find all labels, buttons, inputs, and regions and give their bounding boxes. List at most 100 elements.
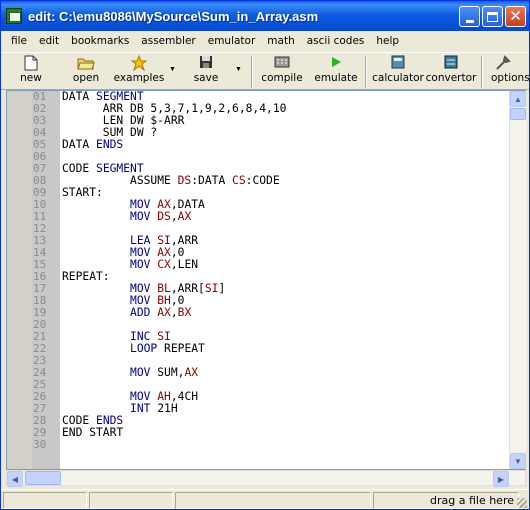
code-token: :DATA bbox=[191, 174, 233, 187]
toolbar-separator bbox=[365, 56, 367, 88]
compile-button[interactable]: compile bbox=[259, 55, 305, 89]
new-button[interactable]: new bbox=[7, 55, 55, 89]
title-bar[interactable]: edit: C:\emu8086\MySource\Sum_in_Array.a… bbox=[1, 1, 529, 31]
scroll-left-button[interactable]: ◀ bbox=[7, 471, 23, 487]
code-token: DATA bbox=[62, 138, 97, 151]
code-token: MOV bbox=[130, 210, 151, 223]
code-line[interactable]: DATA ENDS bbox=[62, 139, 123, 151]
resize-grip-icon[interactable] bbox=[517, 498, 527, 508]
calculator-label: calculator bbox=[372, 72, 424, 84]
menu-math[interactable]: math bbox=[261, 35, 300, 47]
save-button[interactable]: save bbox=[185, 55, 227, 89]
code-token: MOV bbox=[130, 258, 151, 271]
maximize-button[interactable] bbox=[482, 6, 503, 27]
code-token: INT bbox=[130, 402, 151, 415]
minimize-icon bbox=[465, 19, 474, 23]
horizontal-scroll-thumb[interactable] bbox=[25, 471, 61, 485]
calculator-icon bbox=[372, 55, 424, 71]
code-token: AX bbox=[184, 366, 199, 379]
scroll-right-button[interactable]: ▶ bbox=[493, 471, 509, 487]
code-token: MOV bbox=[130, 366, 151, 379]
code-token: AX bbox=[157, 306, 171, 319]
tools-icon bbox=[495, 55, 529, 71]
code-token: BX bbox=[177, 306, 192, 319]
folder-open-icon bbox=[63, 55, 109, 71]
status-panel bbox=[89, 492, 173, 509]
convertor-button[interactable]: convertor bbox=[425, 55, 477, 89]
code-token: ENDS bbox=[96, 138, 124, 151]
new-label: new bbox=[20, 72, 42, 84]
code-line[interactable]: LOOP REPEAT bbox=[62, 343, 205, 355]
code-token: , bbox=[170, 306, 178, 319]
star-icon bbox=[113, 54, 165, 72]
menu-bar: file edit bookmarks assembler emulator m… bbox=[1, 31, 529, 50]
code-line[interactable]: ADD AX,BX bbox=[62, 307, 191, 319]
options-label: options bbox=[491, 72, 530, 84]
code-token: LOOP bbox=[130, 342, 158, 355]
bookmark-gutter[interactable] bbox=[7, 91, 32, 469]
code-line[interactable]: END START bbox=[62, 427, 123, 439]
floppy-icon bbox=[185, 55, 227, 71]
menu-bookmarks[interactable]: bookmarks bbox=[65, 35, 135, 47]
menu-file[interactable]: file bbox=[5, 35, 33, 47]
code-line[interactable]: MOV DS,AX bbox=[62, 211, 191, 223]
code-token: SUM, bbox=[150, 366, 185, 379]
menu-help[interactable]: help bbox=[370, 35, 405, 47]
open-label: open bbox=[72, 72, 100, 84]
scroll-down-button[interactable]: ▼ bbox=[510, 453, 526, 469]
open-button[interactable]: open bbox=[63, 55, 109, 89]
compile-icon bbox=[259, 55, 305, 71]
scroll-up-button[interactable]: ▲ bbox=[510, 91, 526, 107]
horizontal-scrollbar[interactable]: ◀ ▶ bbox=[6, 470, 526, 487]
code-token: REPEAT bbox=[157, 342, 205, 355]
code-line[interactable]: MOV SUM,AX bbox=[62, 367, 198, 379]
emulate-label: emulate bbox=[314, 72, 358, 84]
editor-window: edit: C:\emu8086\MySource\Sum_in_Array.a… bbox=[0, 0, 530, 510]
emulate-button[interactable]: emulate bbox=[311, 55, 361, 89]
code-token: ,LEN bbox=[170, 258, 199, 271]
examples-label: examples bbox=[113, 72, 165, 84]
window-title: edit: C:\emu8086\MySource\Sum_in_Array.a… bbox=[28, 8, 319, 24]
code-token: DS bbox=[177, 174, 192, 187]
status-panel bbox=[3, 492, 87, 509]
code-editor[interactable]: DATA SEGMENT ARR DB 5,3,7,1,9,2,6,8,4,10… bbox=[6, 90, 526, 470]
menu-edit[interactable]: edit bbox=[33, 35, 65, 47]
convertor-icon bbox=[425, 55, 477, 71]
code-token: ] bbox=[218, 282, 226, 295]
close-button[interactable]: ✕ bbox=[505, 6, 526, 27]
toolbar-separator bbox=[251, 56, 253, 88]
compile-label: compile bbox=[261, 72, 303, 84]
save-dropdown-icon[interactable]: ▼ bbox=[235, 66, 242, 73]
code-token: :CODE bbox=[245, 174, 280, 187]
menu-ascii-codes[interactable]: ascii codes bbox=[301, 35, 371, 47]
code-token: CS bbox=[232, 174, 246, 187]
app-icon[interactable] bbox=[6, 8, 22, 24]
vertical-scrollbar[interactable]: ▲ ▼ bbox=[509, 91, 526, 469]
options-button[interactable]: options bbox=[491, 55, 530, 89]
toolbar-separator bbox=[481, 56, 483, 88]
code-token: 21H bbox=[150, 402, 178, 415]
new-file-icon bbox=[7, 55, 55, 71]
status-panel bbox=[175, 492, 371, 509]
toolbar: new open examples ▼ save ▼ compile emula… bbox=[1, 52, 529, 90]
code-token: AX bbox=[177, 210, 192, 223]
examples-dropdown-icon[interactable]: ▼ bbox=[169, 66, 176, 73]
save-label: save bbox=[193, 72, 219, 84]
code-token: SI bbox=[204, 282, 219, 295]
calculator-button[interactable]: calculator bbox=[372, 55, 424, 89]
examples-button[interactable]: examples bbox=[113, 54, 165, 89]
close-icon: ✕ bbox=[509, 7, 522, 25]
minimize-button[interactable] bbox=[459, 6, 480, 27]
code-token: END START bbox=[62, 426, 124, 439]
menu-emulator[interactable]: emulator bbox=[202, 35, 262, 47]
code-token: CX bbox=[157, 258, 171, 271]
play-icon bbox=[311, 55, 361, 71]
menu-assembler[interactable]: assembler bbox=[135, 35, 201, 47]
code-token: ADD bbox=[130, 306, 151, 319]
vertical-scroll-thumb[interactable] bbox=[510, 108, 526, 120]
maximize-icon bbox=[487, 11, 498, 22]
